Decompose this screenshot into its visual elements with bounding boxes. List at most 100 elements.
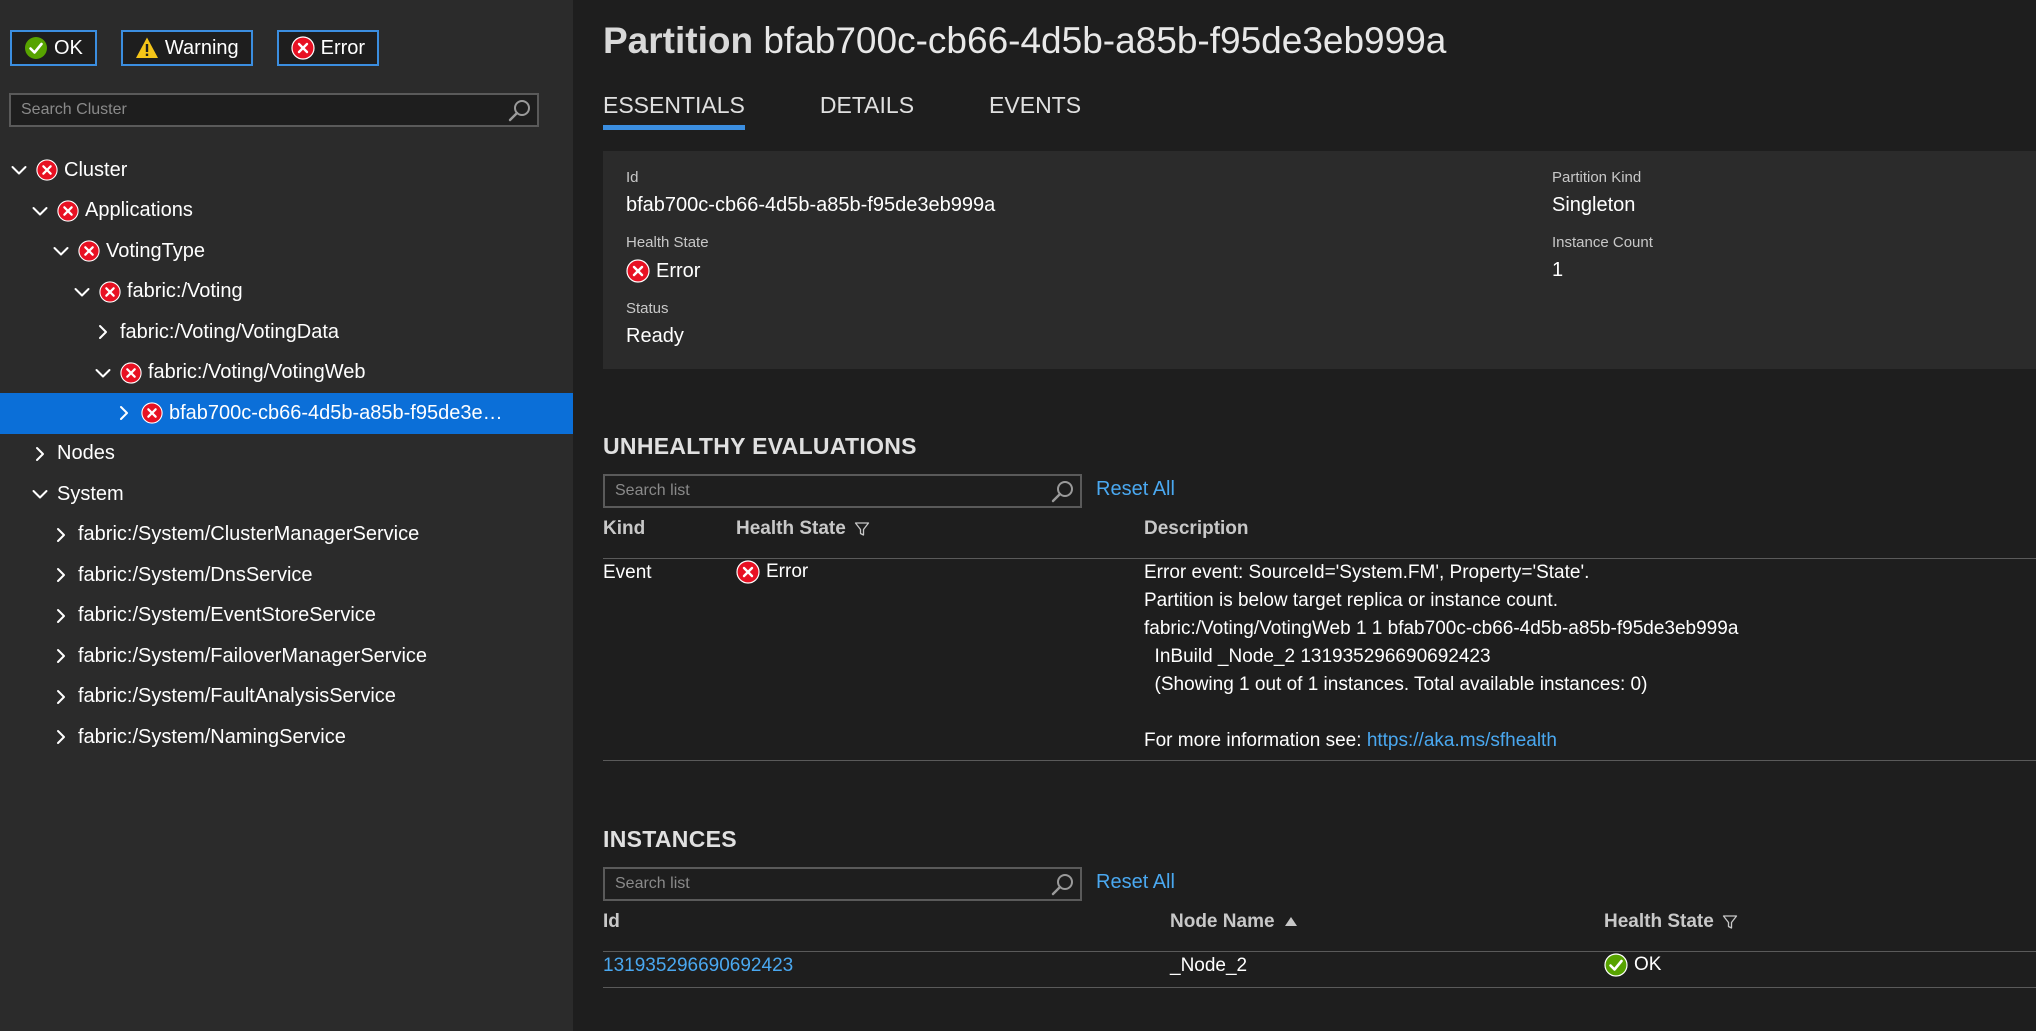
search-cluster-input[interactable] [11,95,507,125]
filter-error-button[interactable]: Error [276,30,380,66]
row-description: Error event: SourceId='System.FM', Prope… [1144,559,1738,755]
instance-health: OK [1604,953,1661,977]
filter-error-label: Error [320,36,366,59]
tree-node[interactable]: fabric:/Voting/VotingData [0,312,573,353]
col-kind-label: Kind [603,518,646,539]
ess-health-label: Health State [626,234,709,251]
search-cluster-box [9,93,539,127]
instances-search-input[interactable] [605,869,1050,899]
error-icon [736,560,760,584]
unhealthy-reset-all-link[interactable]: Reset All [1096,478,1175,501]
tab-details[interactable]: DETAILS [820,92,914,130]
tab-events[interactable]: EVENTS [989,92,1081,130]
filter-icon[interactable] [854,521,870,537]
instance-id-link[interactable]: 131935296690692423 [603,955,793,977]
filter-warning-label: Warning [164,36,239,59]
error-icon [291,36,315,60]
chevron-right-icon[interactable] [52,607,70,625]
tree-node[interactable]: fabric:/System/FaultAnalysisService [0,677,573,718]
page-title-id: bfab700c-cb66-4d5b-a85b-f95de3eb999a [763,20,1447,61]
filter-warning-button[interactable]: Warning [120,30,253,66]
tree-node-label: fabric:/Voting/VotingData [120,320,340,343]
chevron-down-icon[interactable] [31,202,49,220]
col-id-header[interactable]: Id [603,911,620,933]
search-icon[interactable] [1050,478,1076,504]
tree-node[interactable]: VotingType [0,231,573,272]
ok-icon [25,37,47,59]
tree-node[interactable]: fabric:/System/NamingService [0,717,573,758]
tab-essentials[interactable]: ESSENTIALS [603,92,745,130]
tab-bar: ESSENTIALS DETAILS EVENTS [603,92,1081,130]
chevron-right-icon[interactable] [115,404,133,422]
tree-node[interactable]: Applications [0,191,573,232]
instances-title: INSTANCES [603,826,737,852]
ess-status-value: Ready [626,325,684,347]
chevron-right-icon[interactable] [52,526,70,544]
col-node-name-label: Node Name [1170,911,1275,932]
ess-id-value: bfab700c-cb66-4d5b-a85b-f95de3eb999a [626,194,996,216]
tree-node-label: fabric:/System/FaultAnalysisService [78,685,396,708]
more-info-link[interactable]: https://aka.ms/sfhealth [1367,730,1557,751]
desc-line: fabric:/Voting/VotingWeb 1 1 bfab700c-cb… [1144,618,1739,639]
tree-node-label: VotingType [106,239,205,262]
chevron-down-icon[interactable] [94,364,112,382]
col-health-state-header[interactable]: Health State [1604,911,1738,933]
search-icon[interactable] [507,97,533,123]
chevron-right-icon[interactable] [52,647,70,665]
instance-node-name: _Node_2 [1170,955,1248,976]
chevron-right-icon[interactable] [94,323,112,341]
tree-node[interactable]: System [0,474,573,515]
essentials-panel: Id bfab700c-cb66-4d5b-a85b-f95de3eb999a … [603,151,2036,369]
chevron-down-icon[interactable] [31,485,49,503]
search-icon[interactable] [1050,871,1076,897]
row-divider [603,987,2036,988]
chevron-down-icon[interactable] [10,161,28,179]
ess-status: Status Ready [626,300,684,348]
tree-node-label: fabric:/Voting [127,280,243,303]
unhealthy-search-box [603,474,1082,508]
col-description-header[interactable]: Description [1144,518,1249,540]
col-health-header[interactable]: Health State [736,518,870,540]
unhealthy-evaluations-title: UNHEALTHY EVALUATIONS [603,433,917,459]
tree-node[interactable]: fabric:/System/ClusterManagerService [0,515,573,556]
col-health-state-label: Health State [1604,911,1714,932]
chevron-right-icon[interactable] [31,445,49,463]
tree-node[interactable]: fabric:/System/FailoverManagerService [0,636,573,677]
ess-kind-label: Partition Kind [1552,169,1642,186]
ok-icon [1604,953,1628,977]
tree-node[interactable]: fabric:/System/DnsService [0,555,573,596]
col-node-name-header[interactable]: Node Name [1170,911,1299,933]
unhealthy-search-input[interactable] [605,476,1050,506]
health-filter-bar: OK Warning Error [10,30,380,66]
cluster-tree-pane: OK Warning Error Cluster Applications Voti… [0,0,573,1031]
chevron-down-icon[interactable] [52,242,70,260]
ess-health-text: Error [656,259,701,282]
chevron-right-icon[interactable] [52,688,70,706]
instances-reset-all-link[interactable]: Reset All [1096,871,1175,894]
tree-node[interactable]: Cluster [0,150,573,191]
tree-node[interactable]: Nodes [0,434,573,475]
chevron-down-icon[interactable] [73,283,91,301]
tree-node[interactable]: fabric:/Voting/VotingWeb [0,353,573,394]
tree-node[interactable]: fabric:/System/EventStoreService [0,596,573,637]
ess-kind: Partition Kind Singleton [1552,169,1641,217]
chevron-right-icon[interactable] [52,566,70,584]
ess-id-label: Id [626,169,639,186]
ess-kind-value: Singleton [1552,194,1636,216]
tree-node-label: fabric:/System/DnsService [78,563,313,586]
col-kind-header[interactable]: Kind [603,518,645,540]
desc-line: (Showing 1 out of 1 instances. Total ava… [1144,674,1648,695]
page-title-prefix: Partition [603,20,754,61]
instances-table-header: Id Node Name Health State [603,911,2036,952]
page-title: Partition bfab700c-cb66-4d5b-a85b-f95de3… [603,20,1446,62]
tree-node-label: Applications [85,199,193,222]
filter-ok-button[interactable]: OK [10,30,97,66]
row-divider [603,760,2036,761]
chevron-right-icon[interactable] [52,728,70,746]
ess-health-value: Error [626,259,709,283]
col-description-label: Description [1144,518,1249,539]
sort-ascending-icon[interactable] [1283,914,1299,930]
tree-node[interactable]: fabric:/Voting [0,272,573,313]
tree-node[interactable]: bfab700c-cb66-4d5b-a85b-f95de3e… [0,393,573,434]
filter-icon[interactable] [1722,914,1738,930]
